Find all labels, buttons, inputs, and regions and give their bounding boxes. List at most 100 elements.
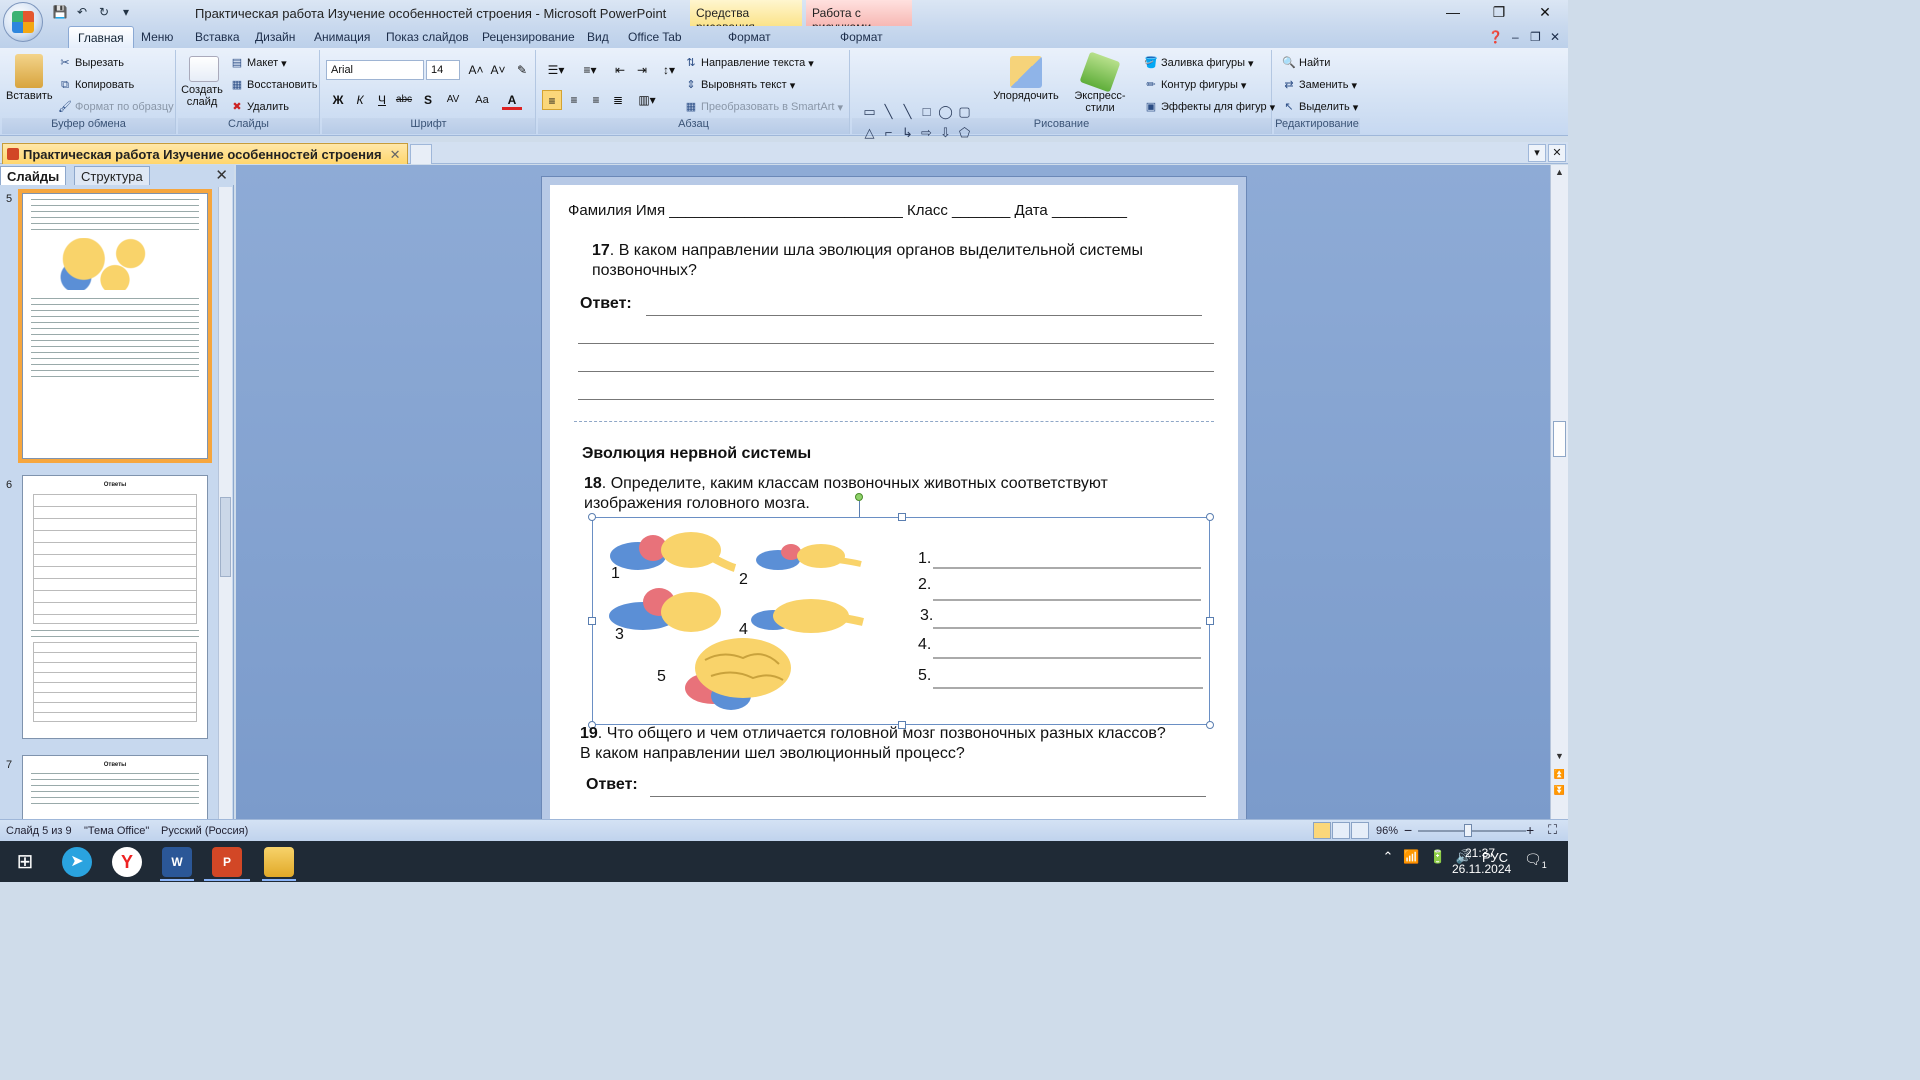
tab-animation[interactable]: Анимация (314, 30, 370, 44)
language-indicator[interactable]: Русский (Россия) (161, 825, 248, 837)
resize-handle-w[interactable] (588, 617, 596, 625)
ribbon-minimize-icon[interactable]: – (1512, 30, 1519, 44)
font-size-combo[interactable]: 14 (426, 60, 460, 80)
pane-close-icon[interactable]: ✕ (215, 166, 228, 184)
new-slide-button[interactable]: Создать слайд (180, 56, 228, 108)
battery-icon[interactable]: 🔋 (1430, 849, 1446, 865)
document-tab[interactable]: Практическая работа Изучение особенносте… (2, 143, 408, 164)
file-explorer-icon[interactable] (264, 847, 294, 877)
strike-button[interactable]: abc (394, 90, 414, 110)
zoom-slider-track[interactable] (1418, 830, 1526, 832)
align-center-icon[interactable]: ≡ (564, 90, 584, 110)
office-button[interactable] (3, 2, 43, 42)
shape-outline-button[interactable]: ✏ Контур фигуры ▾ (1144, 78, 1246, 92)
slide-scrollbar[interactable]: ▲ ▼ ⏫ ⏬ (1550, 165, 1568, 819)
slide-scroll-thumb[interactable] (1553, 421, 1566, 457)
notifications-icon[interactable]: 🗨1 (1524, 851, 1547, 870)
line2-shape-icon[interactable]: ╲ (898, 104, 917, 123)
telegram-icon[interactable]: ➤ (62, 847, 92, 877)
slideshow-view-icon[interactable] (1351, 822, 1369, 839)
line-shape-icon[interactable]: ╲ (879, 104, 898, 123)
rectangle-shape-icon[interactable]: □ (917, 104, 936, 123)
save-icon[interactable]: 💾 (52, 4, 68, 20)
shape-effects-button[interactable]: ▣ Эффекты для фигур ▾ (1144, 100, 1275, 114)
new-tab-button[interactable] (410, 144, 432, 164)
underline-button[interactable]: Ч (372, 90, 392, 110)
word-icon[interactable]: W (162, 847, 192, 877)
italic-button[interactable]: К (350, 90, 370, 110)
tab-review[interactable]: Рецензирование (482, 30, 575, 44)
normal-view-icon[interactable] (1313, 822, 1331, 839)
numbering-icon[interactable]: ≡▾ (576, 60, 604, 80)
smartart-button[interactable]: ▦ Преобразовать в SmartArt ▾ (684, 100, 843, 114)
change-case-button[interactable]: Aa (470, 90, 494, 110)
tab-office-tab[interactable]: Office Tab (628, 30, 682, 44)
decrease-indent-icon[interactable]: ⇤ (610, 60, 630, 80)
arrange-button[interactable]: Упорядочить (992, 56, 1060, 102)
textbox-shape-icon[interactable]: ▭ (860, 104, 879, 123)
replace-button[interactable]: ⇄ Заменить ▾ (1282, 78, 1357, 92)
paste-button[interactable]: Вставить (6, 54, 53, 102)
align-left-icon[interactable]: ≡ (542, 90, 562, 110)
brain-picture[interactable]: 1 2 3 4 5 1. 2. 3. 4. 5. (588, 513, 1214, 729)
undo-icon[interactable]: ↶ (74, 4, 90, 20)
tab-format-drawing[interactable]: Формат (728, 30, 771, 44)
align-right-icon[interactable]: ≡ (586, 90, 606, 110)
grow-font-icon[interactable]: A˄ (466, 60, 486, 80)
network-icon[interactable]: 📶 (1403, 849, 1419, 865)
slide[interactable]: Фамилия Имя ____________________________… (542, 177, 1246, 819)
ctx-drawing-tools[interactable]: Средства рисования (690, 0, 802, 34)
scroll-down-icon[interactable]: ▼ (1553, 751, 1566, 765)
resize-handle-e[interactable] (1206, 617, 1214, 625)
tab-design[interactable]: Дизайн (255, 30, 295, 44)
sorter-view-icon[interactable] (1332, 822, 1350, 839)
clear-format-icon[interactable]: ✎ (512, 60, 532, 80)
copy-button[interactable]: ⧉ Копировать (58, 78, 134, 92)
windows-start-icon[interactable]: ⊞ (10, 847, 40, 877)
font-color-button[interactable]: A (502, 90, 522, 110)
shrink-font-icon[interactable]: A˅ (488, 60, 508, 80)
resize-handle-se[interactable] (1206, 721, 1214, 729)
scroll-up-icon[interactable]: ▲ (1553, 167, 1566, 181)
powerpoint-icon[interactable]: P (212, 847, 242, 877)
layout-button[interactable]: ▤ Макет ▾ (230, 56, 287, 70)
oval-shape-icon[interactable]: ◯ (936, 104, 955, 123)
font-name-combo[interactable]: Arial (326, 60, 424, 80)
zoom-level[interactable]: 96% (1376, 825, 1398, 837)
clock[interactable]: 21:37 26.11.2024 (1452, 845, 1511, 877)
tab-list-icon[interactable]: ▾ (1528, 144, 1546, 162)
tab-outline[interactable]: Структура (74, 166, 150, 185)
align-text-button[interactable]: ⇕ Выровнять текст ▾ (684, 78, 795, 92)
resize-handle-ne[interactable] (1206, 513, 1214, 521)
minimize-button[interactable]: — (1430, 0, 1476, 26)
theme-name[interactable]: "Тема Office" (84, 825, 149, 837)
help-icon[interactable]: ❓ (1488, 30, 1503, 44)
shadow-button[interactable]: S (418, 90, 438, 110)
quick-styles-button[interactable]: Экспресс-стили (1060, 51, 1140, 114)
qat-menu-icon[interactable]: ▾ (118, 4, 134, 20)
fit-window-icon[interactable]: ⛶ (1548, 822, 1557, 838)
find-button[interactable]: 🔍 Найти (1282, 56, 1330, 70)
document-tab-close-icon[interactable]: ✕ (390, 147, 401, 162)
close-button[interactable]: ✕ (1522, 0, 1568, 26)
tab-format-picture[interactable]: Формат (840, 30, 883, 44)
zoom-out-icon[interactable]: − (1404, 822, 1412, 838)
bullets-icon[interactable]: ☰▾ (542, 60, 570, 80)
thumbnails-scroll-thumb[interactable] (220, 497, 231, 577)
rotation-handle[interactable] (855, 493, 863, 501)
cut-button[interactable]: ✂ Вырезать (58, 56, 124, 70)
tab-view[interactable]: Вид (587, 30, 609, 44)
select-button[interactable]: ↖ Выделить ▾ (1282, 100, 1358, 114)
rounded-rect-shape-icon[interactable]: ▢ (955, 104, 974, 123)
zoom-in-icon[interactable]: + (1526, 822, 1534, 838)
next-slide-icon[interactable]: ⏬ (1553, 785, 1566, 799)
text-direction-button[interactable]: ⇅ Направление текста ▾ (684, 56, 813, 70)
ctx-picture-tools[interactable]: Работа с рисунками (806, 0, 912, 34)
resize-handle-n[interactable] (898, 513, 906, 521)
yandex-browser-icon[interactable]: Y (112, 847, 142, 877)
resize-handle-nw[interactable] (588, 513, 596, 521)
tab-close-all-icon[interactable]: ✕ (1548, 144, 1566, 162)
format-painter-button[interactable]: 🖌 Формат по образцу (58, 100, 174, 114)
ribbon-restore-icon[interactable]: ❐ (1530, 30, 1541, 44)
zoom-slider-knob[interactable] (1464, 824, 1472, 837)
